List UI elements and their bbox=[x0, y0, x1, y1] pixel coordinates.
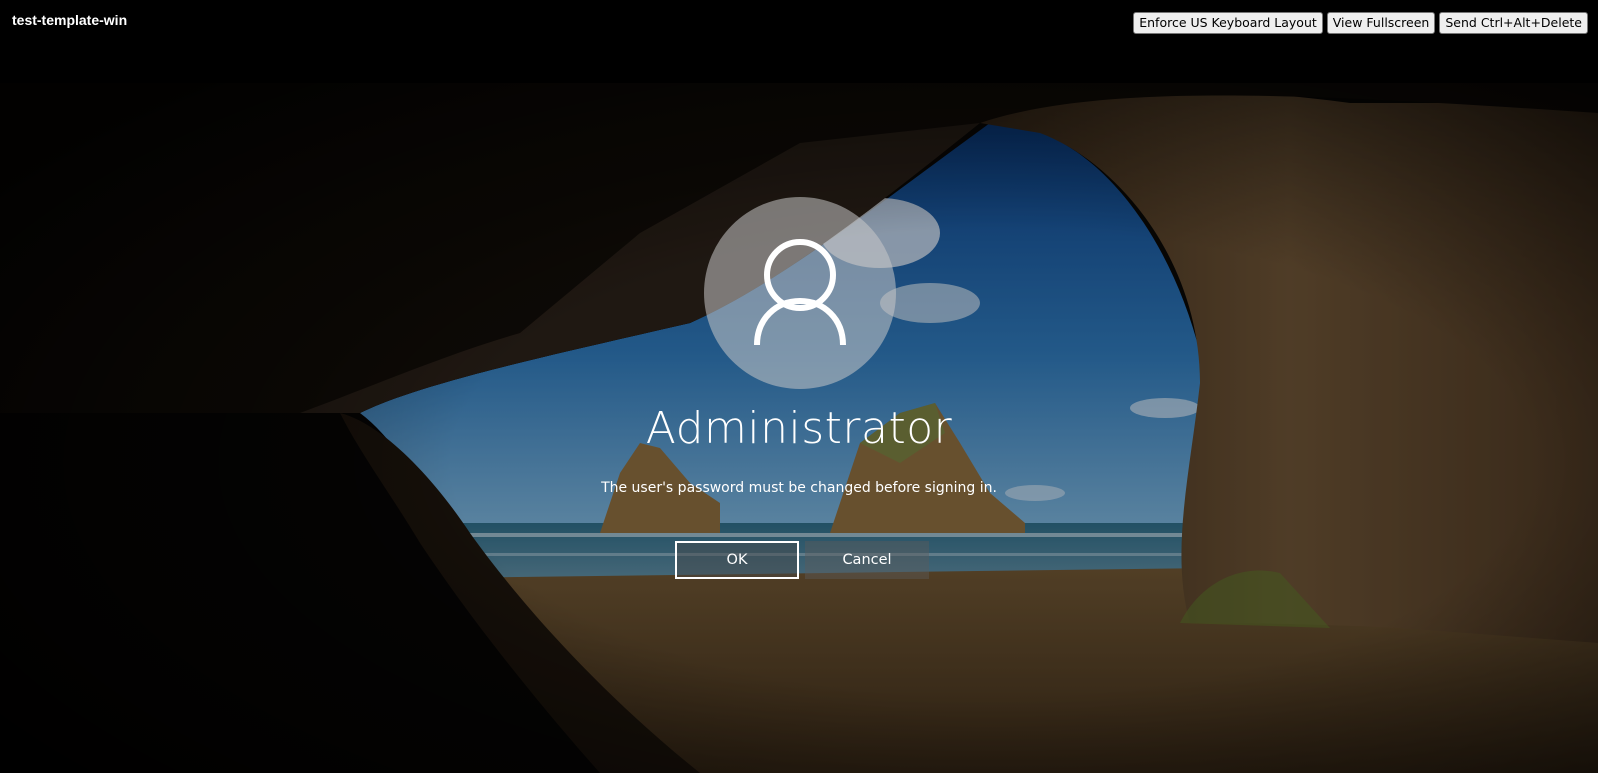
toolbar-buttons: Enforce US Keyboard Layout View Fullscre… bbox=[1133, 12, 1588, 34]
app-title: test-template-win bbox=[12, 12, 128, 28]
ok-button[interactable]: OK bbox=[675, 541, 799, 579]
send-ctrl-alt-delete-button[interactable]: Send Ctrl+Alt+Delete bbox=[1439, 12, 1588, 34]
account-name: Administrator bbox=[645, 403, 953, 454]
sign-in-panel: Administrator The user's password must b… bbox=[0, 83, 1598, 773]
user-avatar bbox=[704, 197, 896, 389]
cancel-button[interactable]: Cancel bbox=[805, 541, 929, 579]
remote-desktop-screen[interactable]: Administrator The user's password must b… bbox=[0, 83, 1598, 773]
password-change-message: The user's password must be changed befo… bbox=[601, 480, 997, 496]
dialog-buttons: OK Cancel bbox=[675, 541, 929, 579]
top-toolbar: test-template-win Enforce US Keyboard La… bbox=[0, 0, 1598, 44]
enforce-keyboard-layout-button[interactable]: Enforce US Keyboard Layout bbox=[1133, 12, 1323, 34]
view-fullscreen-button[interactable]: View Fullscreen bbox=[1326, 12, 1436, 34]
user-icon bbox=[754, 239, 846, 346]
